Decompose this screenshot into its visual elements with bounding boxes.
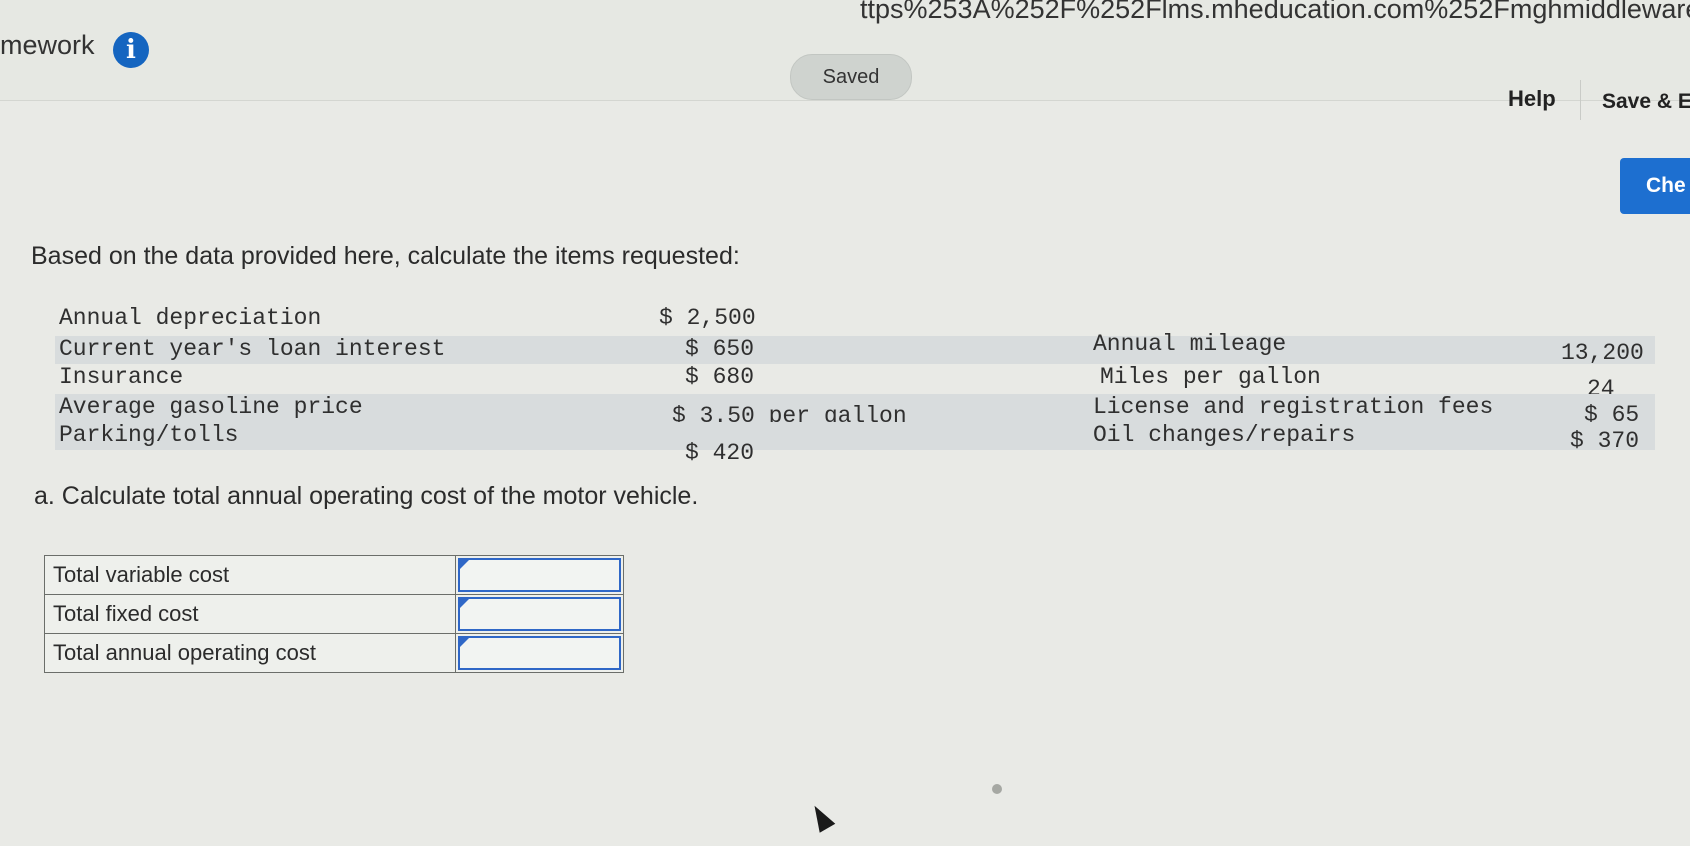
mouse-cursor-icon <box>806 801 836 833</box>
total-fixed-cost-input[interactable] <box>458 597 621 631</box>
data-label: License and registration fees <box>1093 394 1494 420</box>
info-icon[interactable]: i <box>113 32 149 68</box>
data-row: Insurance $ 680 Miles per gallon 24 <box>55 364 1655 402</box>
data-value: $ 650 <box>685 336 755 362</box>
question-prompt: Based on the data provided here, calcula… <box>31 242 740 270</box>
data-label: Annual mileage <box>1093 331 1287 357</box>
data-row: Parking/tolls $ 420 Oil changes/repairs … <box>55 422 1655 466</box>
total-annual-operating-cost-label: Total annual operating cost <box>44 633 456 673</box>
browser-url: ttps%253A%252F%252Flms.mheducation.com%2… <box>860 0 1690 24</box>
data-value: 13,200 <box>1561 340 1644 366</box>
header-divider <box>1580 80 1581 120</box>
table-row: Total variable cost <box>44 555 624 595</box>
data-row: Current year's loan interest $ 650 Annua… <box>55 331 1655 366</box>
total-variable-cost-label: Total variable cost <box>44 555 456 595</box>
data-label: Annual depreciation <box>59 305 322 331</box>
data-value: $ 680 <box>685 364 755 390</box>
total-annual-operating-cost-input[interactable] <box>458 636 621 670</box>
data-label: Current year's loan interest <box>59 336 446 362</box>
data-label: Insurance <box>59 364 184 390</box>
save-exit-button[interactable]: Save & E <box>1602 90 1690 114</box>
saved-status-badge: Saved <box>790 54 912 100</box>
part-a-prompt: a. Calculate total annual operating cost… <box>34 482 699 510</box>
answer-table: Total variable cost Total fixed cost Tot… <box>44 555 624 673</box>
data-value: $ 2,500 <box>659 305 756 331</box>
page-title: mework <box>0 30 95 60</box>
data-label: Oil changes/repairs <box>1093 422 1356 448</box>
help-button[interactable]: Help <box>1508 86 1556 112</box>
table-row: Total fixed cost <box>44 594 624 634</box>
data-value: $ 420 <box>685 440 755 466</box>
data-table: Annual depreciation $ 2,500 Current year… <box>55 305 1655 480</box>
data-row: Average gasoline price $ 3.50 per gallon… <box>55 394 1655 429</box>
check-my-work-button[interactable]: Che <box>1620 158 1690 214</box>
data-label: Miles per gallon <box>1100 364 1321 390</box>
data-label: Average gasoline price <box>59 394 363 420</box>
dot-icon <box>992 784 1002 794</box>
data-label: Parking/tolls <box>59 422 239 448</box>
data-row: Annual depreciation $ 2,500 <box>55 305 955 333</box>
total-fixed-cost-label: Total fixed cost <box>44 594 456 634</box>
table-row: Total annual operating cost <box>44 633 624 673</box>
data-value: $ 370 <box>1570 428 1640 454</box>
top-bar: ttps%253A%252F%252Flms.mheducation.com%2… <box>0 0 1690 120</box>
total-variable-cost-input[interactable] <box>458 558 621 592</box>
